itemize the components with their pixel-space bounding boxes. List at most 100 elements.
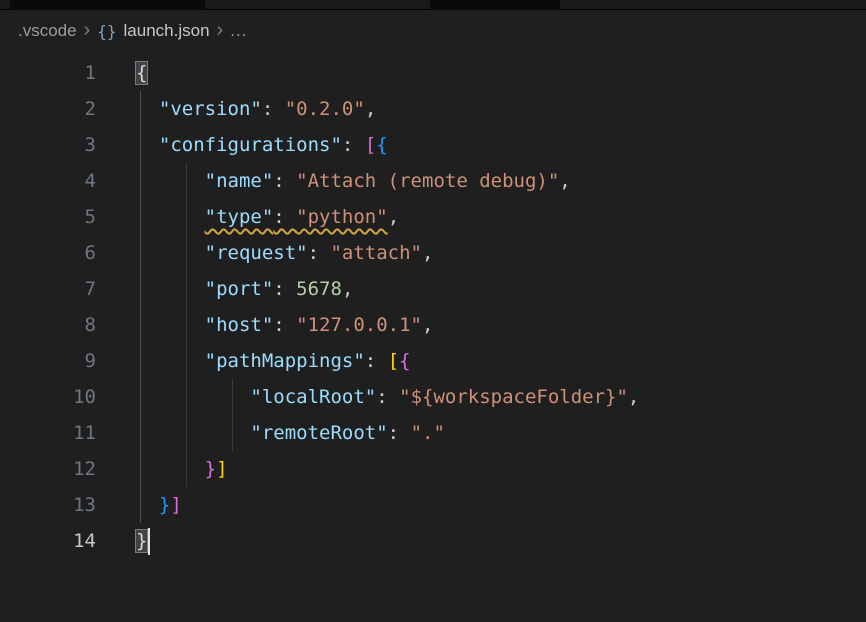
code-token: "host" <box>205 314 274 336</box>
code-token <box>136 422 250 444</box>
code-text: "version": "0.2.0", <box>96 91 376 127</box>
editor[interactable]: 1{2 "version": "0.2.0",3 "configurations… <box>0 52 866 559</box>
code-token: "name" <box>205 170 274 192</box>
json-braces-icon: {} <box>97 22 116 41</box>
code-token <box>136 242 205 264</box>
code-line[interactable]: 10 "localRoot": "${workspaceFolder}", <box>0 379 866 415</box>
code-token: "attach" <box>330 242 422 264</box>
code-token: : <box>273 278 296 300</box>
code-token: "request" <box>205 242 308 264</box>
code-token: "0.2.0" <box>285 98 365 120</box>
code-token: { <box>399 350 410 372</box>
line-number[interactable]: 12 <box>0 451 96 487</box>
code-token: 5678 <box>296 278 342 300</box>
chevron-right-icon: › <box>77 20 98 40</box>
code-token <box>136 134 159 156</box>
code-token: ] <box>170 494 181 516</box>
code-token: , <box>628 386 639 408</box>
breadcrumb-file[interactable]: {} launch.json <box>97 21 209 41</box>
code-token: [ <box>388 350 399 372</box>
code-token: : <box>273 170 296 192</box>
line-number[interactable]: 8 <box>0 307 96 343</box>
code-line[interactable]: 3 "configurations": [{ <box>0 127 866 163</box>
tab-bar-strip <box>0 0 866 10</box>
code-token: : <box>273 206 296 228</box>
code-token <box>136 494 159 516</box>
code-line[interactable]: 8 "host": "127.0.0.1", <box>0 307 866 343</box>
code-token: : <box>365 350 388 372</box>
code-text: "name": "Attach (remote debug)", <box>96 163 571 199</box>
code-token: "Attach (remote debug)" <box>296 170 559 192</box>
chevron-right-icon: › <box>210 20 231 40</box>
code-line[interactable]: 4 "name": "Attach (remote debug)", <box>0 163 866 199</box>
code-line[interactable]: 1{ <box>0 55 866 91</box>
code-token <box>136 278 205 300</box>
code-text: "type": "python", <box>96 199 399 235</box>
matched-bracket: { <box>136 62 147 84</box>
code-token: } <box>205 458 216 480</box>
code-token <box>136 386 250 408</box>
code-text: "remoteRoot": "." <box>96 415 445 451</box>
matched-bracket: } <box>136 530 147 552</box>
code-token: { <box>376 134 387 156</box>
code-token: "configurations" <box>159 134 342 156</box>
code-line[interactable]: 12 }] <box>0 451 866 487</box>
code-token: "remoteRoot" <box>250 422 387 444</box>
line-number[interactable]: 13 <box>0 487 96 523</box>
code-line[interactable]: 9 "pathMappings": [{ <box>0 343 866 379</box>
code-token: , <box>559 170 570 192</box>
text-cursor <box>148 528 150 555</box>
code-token: [ <box>365 134 376 156</box>
line-number[interactable]: 7 <box>0 271 96 307</box>
tab-dark-segment <box>10 0 205 10</box>
line-number[interactable]: 2 <box>0 91 96 127</box>
code-line[interactable]: 5 "type": "python", <box>0 199 866 235</box>
code-token: ] <box>216 458 227 480</box>
breadcrumb-more[interactable]: ... <box>230 21 247 41</box>
code-token: : <box>376 386 399 408</box>
code-token <box>136 206 205 228</box>
line-number[interactable]: 9 <box>0 343 96 379</box>
code-token: "python" <box>296 206 388 228</box>
breadcrumb: .vscode › {} launch.json › ... <box>0 10 866 52</box>
code-line[interactable]: 14} <box>0 523 866 559</box>
code-line[interactable]: 11 "remoteRoot": "." <box>0 415 866 451</box>
line-number[interactable]: 11 <box>0 415 96 451</box>
code-token: : <box>273 314 296 336</box>
code-lines: 1{2 "version": "0.2.0",3 "configurations… <box>0 55 866 559</box>
code-token <box>136 458 205 480</box>
code-token <box>136 170 205 192</box>
line-number[interactable]: 10 <box>0 379 96 415</box>
line-number[interactable]: 3 <box>0 127 96 163</box>
line-number[interactable]: 5 <box>0 199 96 235</box>
code-token: } <box>159 494 170 516</box>
code-token: : <box>262 98 285 120</box>
code-token: : <box>342 134 365 156</box>
code-token: , <box>342 278 353 300</box>
code-text: } <box>96 523 150 559</box>
line-number[interactable]: 6 <box>0 235 96 271</box>
line-number[interactable]: 4 <box>0 163 96 199</box>
code-token <box>136 314 205 336</box>
code-token: "." <box>411 422 445 444</box>
code-token: "version" <box>159 98 262 120</box>
code-text: { <box>96 55 147 91</box>
code-line[interactable]: 6 "request": "attach", <box>0 235 866 271</box>
code-token: : <box>308 242 331 264</box>
code-token: "pathMappings" <box>205 350 365 372</box>
code-line[interactable]: 13 }] <box>0 487 866 523</box>
code-token: "${workspaceFolder}" <box>399 386 628 408</box>
code-text: }] <box>96 451 228 487</box>
code-text: "host": "127.0.0.1", <box>96 307 433 343</box>
code-token: "type" <box>205 206 274 228</box>
code-line[interactable]: 2 "version": "0.2.0", <box>0 91 866 127</box>
code-text: }] <box>96 487 182 523</box>
line-number[interactable]: 1 <box>0 55 96 91</box>
code-token: , <box>422 314 433 336</box>
breadcrumb-folder[interactable]: .vscode <box>18 21 77 41</box>
code-line[interactable]: 7 "port": 5678, <box>0 271 866 307</box>
line-number[interactable]: 14 <box>0 523 96 559</box>
tab-dark-segment <box>430 0 560 10</box>
code-text: "request": "attach", <box>96 235 433 271</box>
code-token: , <box>365 98 376 120</box>
